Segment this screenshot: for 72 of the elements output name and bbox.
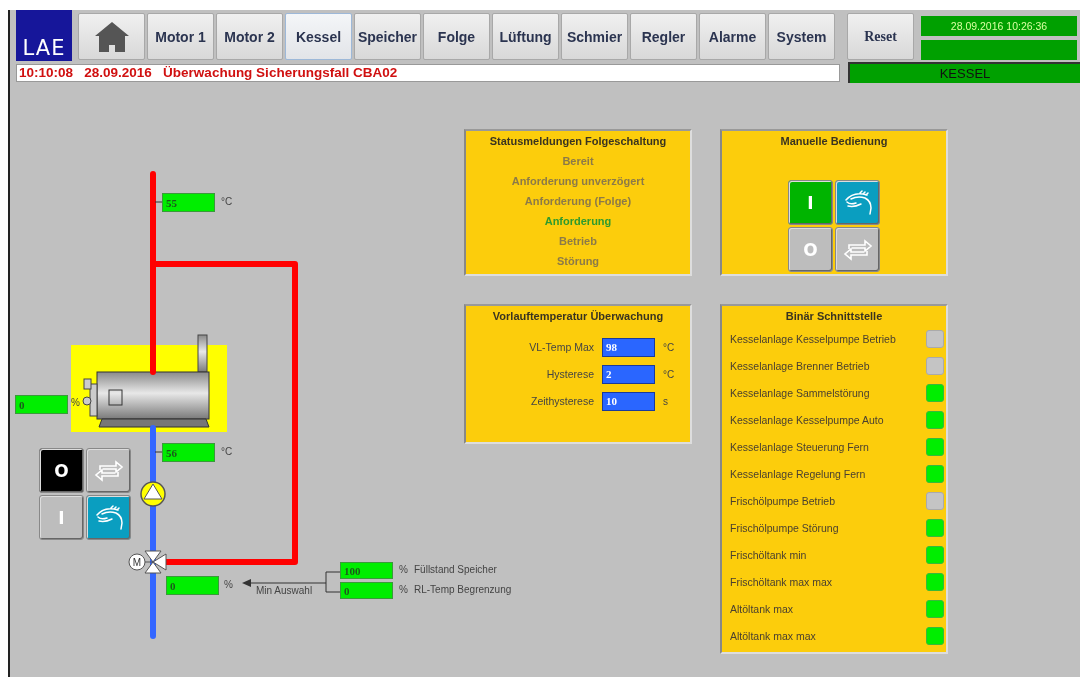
panel-title: Vorlauftemperatur Überwachung <box>491 308 665 324</box>
signal-label: Altöltank max <box>730 603 794 615</box>
status-message: Anforderung unverzögert <box>510 174 646 189</box>
auto-mode-button[interactable] <box>835 227 880 272</box>
signal-label: Altöltank max max <box>730 630 816 642</box>
input-label: RL-Temp Begrenzung <box>414 584 512 595</box>
input-display: 0 <box>340 582 393 599</box>
signal-label: Frischöltank min <box>730 549 807 561</box>
datetime-display: 28.09.2016 10:26:36 <box>921 16 1077 36</box>
panel-title: Manuelle Bedienung <box>779 134 889 149</box>
nav-tab[interactable]: Speicher <box>354 13 421 60</box>
signal-label: Kesselanlage Kesselpumpe Betrieb <box>730 333 896 345</box>
status-message: Betrieb <box>558 234 598 249</box>
field-label: Zeithysterese <box>529 395 594 407</box>
nav-tab[interactable]: Schmier <box>561 13 628 60</box>
status-message: Anforderung (Folge) <box>523 194 633 209</box>
signal-label: Frischölpumpe Betrieb <box>730 495 836 507</box>
bracket-line <box>325 571 341 593</box>
input-label: Füllstand Speicher <box>414 564 497 575</box>
unit-label: s <box>663 395 669 407</box>
status-message: Anforderung <box>543 214 613 229</box>
panel-title: Statusmeldungen Folgeschaltung <box>488 134 668 149</box>
auto-mode-button[interactable] <box>86 448 131 493</box>
temperature-display: 55 <box>162 193 215 212</box>
nav-tab[interactable]: Folge <box>423 13 490 60</box>
status-message: Bereit <box>561 154 595 169</box>
signal-label: Kesselanlage Sammelstörung <box>730 387 870 399</box>
hand-icon <box>842 189 873 216</box>
input-field[interactable]: 98 <box>602 337 655 357</box>
home-icon <box>93 20 130 53</box>
reset-button[interactable]: Reset <box>847 13 914 60</box>
unit-label: % <box>399 584 408 595</box>
input-field[interactable]: 2 <box>602 364 655 384</box>
nav-tab[interactable]: Regler <box>630 13 697 60</box>
unit-label: % <box>399 564 408 575</box>
unit-label: % <box>224 579 233 590</box>
nav-tab[interactable]: Kessel <box>285 13 352 60</box>
signal-label: Frischöltank max max <box>730 576 833 588</box>
signal-label: Kesselanlage Brenner Betrieb <box>730 360 870 372</box>
manual-mode-button[interactable] <box>835 180 880 225</box>
input-display: 100 <box>340 562 393 579</box>
hand-icon <box>93 504 124 531</box>
signal-label: Kesselanlage Steuerung Fern <box>730 441 869 453</box>
nav-tab[interactable]: Motor 2 <box>216 13 283 60</box>
unit-label: °C <box>663 368 676 380</box>
unit-label: °C <box>221 196 233 207</box>
field-label: VL-Temp Max <box>528 341 594 353</box>
home-button[interactable] <box>78 13 145 60</box>
unit-label: °C <box>663 341 676 353</box>
unit-label: °C <box>221 446 233 457</box>
signal-label: Frischölpumpe Störung <box>730 522 839 534</box>
panel-title: Binär Schnittstelle <box>784 308 884 324</box>
pump-icon <box>140 481 166 507</box>
input-field[interactable]: 10 <box>602 391 655 411</box>
unit-label: % <box>71 397 80 408</box>
off-button[interactable]: O <box>39 448 84 493</box>
nav-tab[interactable]: Lüftung <box>492 13 559 60</box>
signal-label: Kesselanlage Regelung Fern <box>730 468 866 480</box>
nav-tab[interactable]: Alarme <box>699 13 766 60</box>
burner-output-display: 0 <box>15 395 68 414</box>
temperature-display: 56 <box>162 443 215 462</box>
signal-label: Kesselanlage Kesselpumpe Auto <box>730 414 884 426</box>
min-select-label: Min Auswahl <box>256 585 313 596</box>
manual-mode-button[interactable] <box>86 495 131 540</box>
alarm-message: 10:10:08 28.09.2016 Überwachung Sicherungsfall CBA02 <box>16 63 840 82</box>
section-label: KESSEL <box>848 62 1080 83</box>
nav-tab[interactable]: Motor 1 <box>147 13 214 60</box>
status-message: Störung <box>555 254 601 269</box>
nav-tab[interactable]: System <box>768 13 835 60</box>
mixer-output-display: 0 <box>166 576 219 595</box>
logo: LAE <box>16 10 72 61</box>
field-label: Hysterese <box>545 368 594 380</box>
